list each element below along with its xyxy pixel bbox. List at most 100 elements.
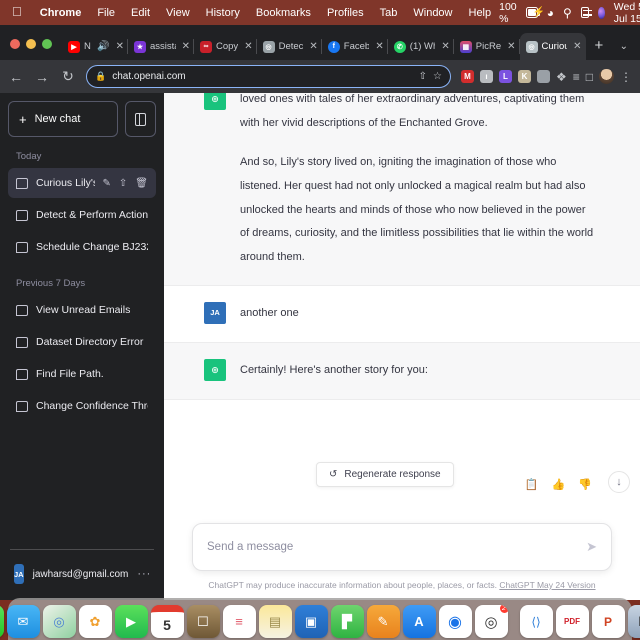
dock-item-contacts[interactable]: ☐: [186, 605, 220, 638]
new-tab-button[interactable]: +: [586, 37, 613, 60]
sidebar-item-schedule-change[interactable]: Schedule Change BJ232 TUN-: [8, 232, 156, 262]
message-composer[interactable]: ➤: [192, 523, 612, 571]
assistant-avatar: ◎: [204, 359, 226, 382]
control-center-icon[interactable]: [580, 7, 593, 18]
tab-curious-lily[interactable]: ◎ Curiou ✕: [519, 33, 586, 60]
close-tab-icon[interactable]: ✕: [242, 41, 252, 52]
extension-l-icon[interactable]: L: [498, 70, 512, 83]
dock-item-powerpoint[interactable]: P: [591, 605, 625, 638]
menu-item-help[interactable]: Help: [461, 7, 500, 19]
menu-item-view[interactable]: View: [158, 7, 198, 19]
dock-item-reminders[interactable]: ≡: [222, 605, 256, 638]
menu-item-chrome[interactable]: Chrome: [32, 7, 90, 19]
share-icon[interactable]: ⇧: [419, 71, 427, 82]
search-icon[interactable]: ⚲: [563, 6, 572, 20]
tab-picresize[interactable]: ▦ PicRe ✕: [454, 33, 520, 60]
dock-item-vs-code[interactable]: ⟨⟩: [519, 605, 553, 638]
message-input[interactable]: [207, 541, 579, 553]
menu-item-bookmarks[interactable]: Bookmarks: [248, 7, 319, 19]
address-bar[interactable]: 🔒 chat.openai.com ⇧ ☆: [86, 65, 451, 88]
reading-list-icon[interactable]: ≡: [573, 70, 580, 84]
regenerate-response-button[interactable]: ↺ Regenerate response: [316, 462, 454, 487]
thumbs-up-icon[interactable]: 👍: [552, 478, 566, 491]
dock-item-chatgpt[interactable]: ◎ 2: [474, 605, 508, 638]
maximize-window-button[interactable]: [42, 39, 52, 49]
menu-item-edit[interactable]: Edit: [123, 7, 158, 19]
puzzle-piece-icon[interactable]: ❖: [556, 70, 567, 84]
send-icon[interactable]: ➤: [586, 539, 597, 555]
sidebar-item-change-confidence-threshold[interactable]: Change Confidence Threshol: [8, 391, 156, 421]
mute-icon[interactable]: 🔊: [95, 41, 109, 52]
profile-avatar[interactable]: [599, 69, 614, 84]
collapse-sidebar-button[interactable]: [125, 101, 156, 137]
menu-item-window[interactable]: Window: [405, 7, 460, 19]
extension-gray-icon[interactable]: ı: [479, 70, 493, 83]
tab-search-chevron-icon[interactable]: ⌄: [620, 41, 640, 60]
menubar-clock[interactable]: Wed 5. Jul 15:35: [614, 1, 640, 25]
dock-item-calendar[interactable]: 5: [150, 605, 184, 638]
dock-item-app-store[interactable]: A: [402, 605, 436, 638]
side-panel-icon[interactable]: □: [586, 70, 593, 84]
dock-item-keynote[interactable]: ▣: [294, 605, 328, 638]
sidebar-item-dataset-directory-error[interactable]: Dataset Directory Error: [8, 327, 156, 357]
battery-charging-icon[interactable]: ⚡: [525, 7, 545, 18]
new-chat-button[interactable]: + New chat: [8, 101, 118, 137]
tab-copy[interactable]: ∞ Copy ✕: [194, 33, 257, 60]
thumbs-down-icon[interactable]: 👎: [578, 478, 592, 491]
close-tab-icon[interactable]: ✕: [114, 41, 124, 52]
dock-item-numbers[interactable]: ▛: [330, 605, 364, 638]
chatgpt-icon: ◎: [525, 40, 538, 53]
extension-circle-icon[interactable]: [536, 70, 550, 83]
siri-icon[interactable]: [598, 6, 605, 19]
wifi-icon[interactable]: ◕: [547, 6, 554, 20]
close-tab-icon[interactable]: ✕: [307, 41, 317, 52]
dock-item-photos[interactable]: ✿: [78, 605, 112, 638]
close-tab-icon[interactable]: ✕: [180, 41, 190, 52]
menu-item-file[interactable]: File: [89, 7, 123, 19]
forward-button[interactable]: →: [34, 69, 50, 85]
close-tab-icon[interactable]: ✕: [373, 41, 383, 52]
dock-item-messages[interactable]: ◯: [0, 605, 4, 638]
dock-item-chrome[interactable]: ◉: [438, 605, 472, 638]
sidebar-user-row[interactable]: JA jawharsd@gmail.com ···: [8, 556, 156, 592]
close-tab-icon[interactable]: ✕: [505, 41, 515, 52]
tab-youtube[interactable]: ▶ Ns 🔊 ✕: [62, 33, 128, 60]
delete-icon[interactable]: 🗑: [135, 178, 148, 189]
apple-menu-icon[interactable]: : [8, 5, 32, 20]
copy-icon[interactable]: 📋: [525, 478, 539, 491]
close-tab-icon[interactable]: ✕: [439, 41, 449, 52]
tab-facebook[interactable]: f Faceb ✕: [322, 33, 388, 60]
sidebar-item-detect-perform-actions[interactable]: Detect & Perform Actions.: [8, 200, 156, 230]
extension-m-icon[interactable]: M: [460, 70, 474, 83]
menu-item-profiles[interactable]: Profiles: [319, 7, 372, 19]
sidebar-item-curious-lily[interactable]: Curious Lily's Enchan ✎ ⇧ 🗑: [8, 168, 156, 198]
sidebar-item-view-unread-emails[interactable]: View Unread Emails: [8, 295, 156, 325]
bookmark-star-icon[interactable]: ☆: [433, 71, 442, 82]
edit-icon[interactable]: ✎: [103, 178, 111, 189]
dock-item-mail[interactable]: ✉: [6, 605, 40, 638]
version-link[interactable]: ChatGPT May 24 Version: [499, 580, 595, 590]
dock-item-notes[interactable]: ▤: [258, 605, 292, 638]
share-icon[interactable]: ⇧: [119, 178, 127, 189]
tab-assistant[interactable]: ★ assista ✕: [128, 33, 194, 60]
reload-button[interactable]: ↻: [60, 68, 76, 85]
scroll-to-bottom-button[interactable]: ↓: [608, 471, 630, 493]
user-menu-icon[interactable]: ···: [137, 568, 151, 580]
menu-item-history[interactable]: History: [198, 7, 248, 19]
dock-item-screenshot[interactable]: ☐: [627, 605, 640, 638]
tab-whatsapp[interactable]: ✆ (1) Wh ✕: [388, 33, 454, 60]
extension-k-icon[interactable]: K: [517, 70, 531, 83]
tab-detect[interactable]: ◎ Detec ✕: [257, 33, 322, 60]
sidebar-item-find-file-path[interactable]: Find File Path.: [8, 359, 156, 389]
dock-item-maps[interactable]: ◎: [42, 605, 76, 638]
dock-item-facetime[interactable]: ▶: [114, 605, 148, 638]
close-tab-icon[interactable]: ✕: [571, 41, 581, 52]
menu-item-tab[interactable]: Tab: [372, 7, 406, 19]
chrome-menu-icon[interactable]: ⋮: [620, 70, 632, 84]
close-window-button[interactable]: [10, 39, 20, 49]
tab-label: Curiou: [541, 41, 568, 52]
minimize-window-button[interactable]: [26, 39, 36, 49]
back-button[interactable]: ←: [8, 69, 24, 85]
dock-item-pages[interactable]: ✎: [366, 605, 400, 638]
dock-item-acrobat-pdf[interactable]: PDF: [555, 605, 589, 638]
